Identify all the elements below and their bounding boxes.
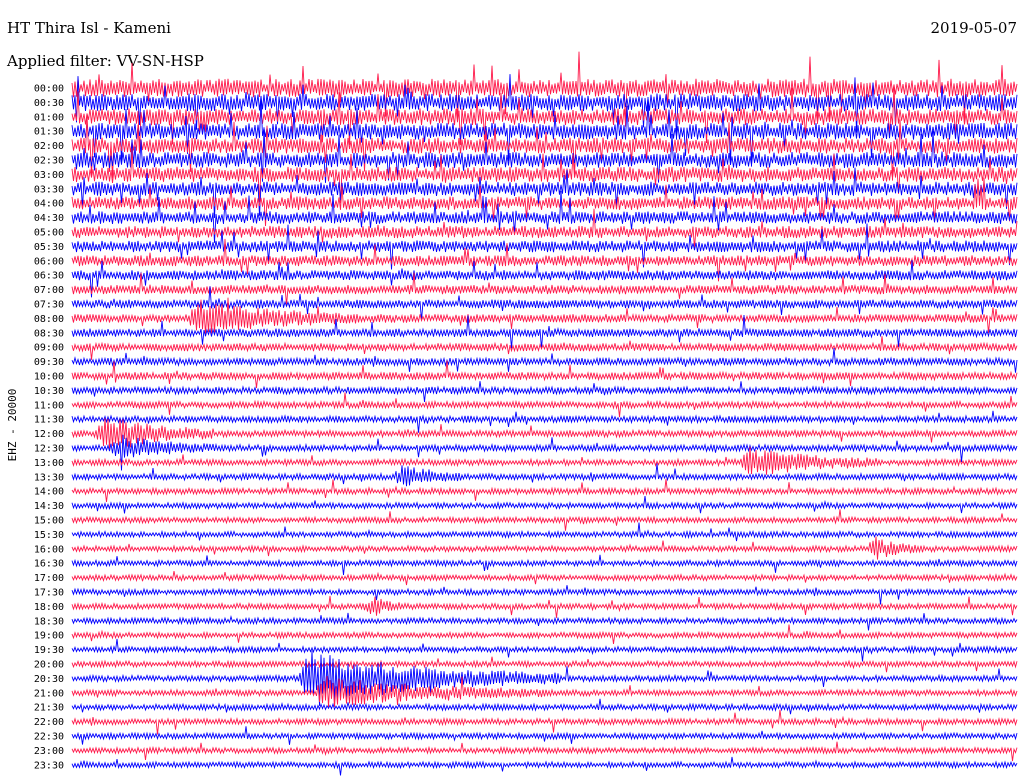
time-label-34: 17:00	[34, 573, 64, 584]
trace-row-29	[71, 495, 1018, 514]
trace-row-45	[71, 726, 1018, 745]
time-label-8: 04:00	[34, 199, 64, 210]
trace-row-22	[71, 392, 1018, 418]
time-label-12: 06:00	[34, 256, 64, 267]
trace-row-32	[71, 536, 1018, 560]
time-label-18: 09:00	[34, 343, 64, 354]
trace-row-46	[71, 741, 1018, 762]
time-label-22: 11:00	[34, 400, 64, 411]
trace-row-41	[71, 650, 1018, 706]
time-label-45: 22:30	[34, 732, 64, 743]
time-label-15: 07:30	[34, 300, 64, 311]
time-label-28: 14:00	[34, 487, 64, 498]
time-label-23: 11:30	[34, 415, 64, 426]
time-label-24: 12:00	[34, 429, 64, 440]
channel-label: EHZ - 20000	[6, 389, 19, 462]
trace-row-19	[71, 348, 1018, 373]
helicorder-chart: HT Thira Isl - Kameni 2019-05-07 Applied…	[6, 19, 1018, 776]
time-label-44: 22:00	[34, 717, 64, 728]
time-label-37: 18:30	[34, 616, 64, 627]
time-label-4: 02:00	[34, 141, 64, 152]
time-label-43: 21:30	[34, 703, 64, 714]
time-label-14: 07:00	[34, 285, 64, 296]
time-label-21: 10:30	[34, 386, 64, 397]
time-label-2: 01:00	[34, 112, 64, 123]
trace-row-42	[71, 675, 1018, 708]
time-label-7: 03:30	[34, 184, 64, 195]
time-label-16: 08:00	[34, 314, 64, 325]
trace-row-37	[71, 612, 1018, 631]
trace-row-43	[71, 698, 1018, 715]
trace-row-36	[71, 595, 1018, 618]
time-label-26: 13:00	[34, 458, 64, 469]
time-label-35: 17:30	[34, 588, 64, 599]
time-label-41: 20:30	[34, 674, 64, 685]
time-label-3: 01:30	[34, 127, 64, 138]
trace-row-38	[71, 624, 1018, 644]
trace-row-47	[71, 756, 1018, 776]
trace-row-31	[71, 522, 1018, 542]
trace-row-33	[71, 554, 1018, 576]
station-title: HT Thira Isl - Kameni	[7, 19, 171, 37]
time-label-1: 00:30	[34, 98, 64, 109]
trace-row-34	[71, 571, 1018, 586]
time-label-27: 13:30	[34, 472, 64, 483]
time-label-13: 06:30	[34, 271, 64, 282]
time-label-33: 16:30	[34, 559, 64, 570]
trace-row-23	[71, 410, 1018, 433]
record-date: 2019-05-07	[931, 19, 1017, 37]
trace-row-30	[71, 509, 1018, 531]
time-label-25: 12:30	[34, 444, 64, 455]
time-label-column: 00:00 00:30 01:00 01:30 02:00 02:30 03:00 03:30…	[34, 84, 64, 772]
trace-row-21	[71, 381, 1018, 403]
time-label-19: 09:30	[34, 357, 64, 368]
time-label-46: 23:00	[34, 746, 64, 757]
time-label-0: 00:00	[34, 84, 64, 95]
trace-row-27	[71, 463, 1018, 487]
trace-row-40	[71, 656, 1018, 673]
time-label-6: 03:00	[34, 170, 64, 181]
time-label-32: 16:00	[34, 544, 64, 555]
trace-row-18	[71, 336, 1018, 360]
trace-row-44	[71, 709, 1018, 735]
trace-layer	[71, 51, 1018, 776]
time-label-47: 23:30	[34, 760, 64, 771]
time-label-9: 04:30	[34, 213, 64, 224]
time-label-30: 15:00	[34, 516, 64, 527]
time-label-31: 15:30	[34, 530, 64, 541]
time-label-20: 10:00	[34, 372, 64, 383]
time-label-29: 14:30	[34, 501, 64, 512]
time-label-42: 21:00	[34, 688, 64, 699]
filter-label: Applied filter: VV-SN-HSP	[6, 52, 204, 70]
time-label-36: 18:00	[34, 602, 64, 613]
trace-row-20	[71, 360, 1018, 389]
trace-row-35	[71, 585, 1018, 605]
time-label-11: 05:30	[34, 242, 64, 253]
time-label-39: 19:30	[34, 645, 64, 656]
time-label-38: 19:00	[34, 631, 64, 642]
time-label-5: 02:30	[34, 156, 64, 167]
time-label-17: 08:30	[34, 328, 64, 339]
time-label-40: 20:00	[34, 660, 64, 671]
trace-row-39	[71, 638, 1018, 662]
trace-row-28	[71, 478, 1018, 503]
time-label-10: 05:00	[34, 228, 64, 239]
